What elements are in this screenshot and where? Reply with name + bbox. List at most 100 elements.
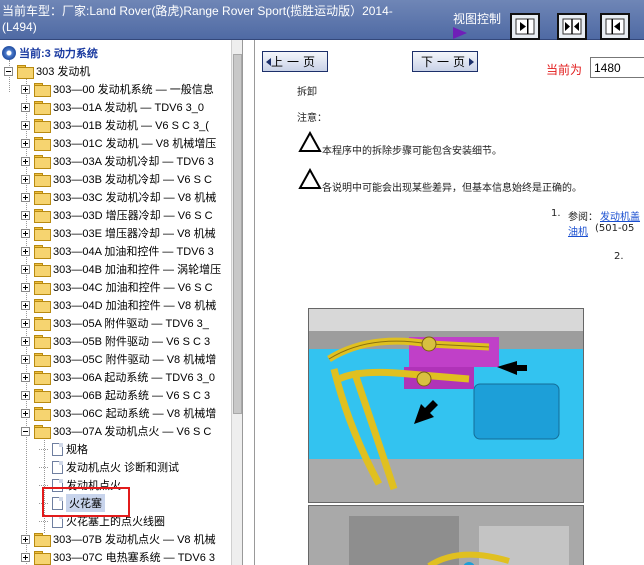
- current-page-input[interactable]: [590, 57, 644, 78]
- tree-folder-item[interactable]: 303—01C 发动机 — V8 机械增压: [21, 134, 216, 152]
- folder-icon: [34, 119, 51, 133]
- expand-icon[interactable]: [21, 390, 30, 400]
- expand-icon[interactable]: [21, 102, 30, 112]
- folder-icon: [34, 407, 51, 421]
- tree-item-label: 303—01C 发动机 — V8 机械增压: [53, 138, 217, 150]
- tree-item-label: 303—04B 加油和控件 — 涡轮增压: [53, 264, 222, 276]
- tree-scrollbar-thumb[interactable]: [233, 54, 242, 414]
- tree-folder-item[interactable]: 303—01B 发动机 — V6 S C 3_(: [21, 116, 209, 134]
- toc-tree-panel[interactable]: 当前:3 动力系统 303 发动机 303—00 发动机系统 — 一般信息 303—…: [0, 40, 243, 565]
- tree-folder-item[interactable]: 303—00 发动机系统 — 一般信息: [21, 80, 214, 98]
- tree-folder-item[interactable]: 303—03D 增压器冷却 — V6 S C: [21, 206, 213, 224]
- oil-link[interactable]: 油机: [568, 223, 588, 238]
- prev-arrow-icon: [266, 58, 271, 66]
- step-1-ref: (501-05: [595, 223, 635, 234]
- tree-folder-item[interactable]: 303—04C 加油和控件 — V6 S C: [21, 278, 213, 296]
- tree-folder-item[interactable]: 303—05B 附件驱动 — V6 S C 3: [21, 332, 210, 350]
- view-left-panel-button[interactable]: [600, 13, 630, 40]
- tree-item-label: 303—06A 起动系统 — TDV6 3_0: [53, 372, 216, 384]
- document-pane: 上一页 下一页 当前为 拆卸 注意： 本程序中的拆除步骤可能包含安装细节。 各说…: [254, 40, 644, 565]
- warning-triangle-icon: [298, 168, 322, 189]
- tree-item-label: 303—05C 附件驱动 — V8 机械增: [53, 354, 217, 366]
- right-panel-icon: [515, 18, 535, 35]
- engine-drawing: [309, 309, 583, 502]
- engine-illustration: [308, 308, 584, 503]
- tree-folder-item[interactable]: 303—05C 附件驱动 — V8 机械增: [21, 350, 216, 368]
- left-panel-icon: [605, 18, 625, 35]
- tree-folder-item[interactable]: 303—04D 加油和控件 — V8 机械: [21, 296, 216, 314]
- expand-icon[interactable]: [21, 408, 30, 418]
- tree-folder-item[interactable]: 303—01A 发动机 — TDV6 3_0: [21, 98, 204, 116]
- prev-page-button[interactable]: 上一页: [262, 51, 328, 72]
- engine-drawing-2: [309, 506, 583, 565]
- tree-item-label: 303—05A 附件驱动 — TDV6 3_: [53, 318, 209, 330]
- expand-icon[interactable]: [21, 84, 30, 94]
- tree-doc-item[interactable]: 发动机点火 诊断和测试: [39, 458, 179, 476]
- collapse-icon[interactable]: [4, 66, 13, 76]
- highlight-box: [42, 487, 130, 517]
- expand-icon[interactable]: [21, 300, 30, 310]
- expand-icon[interactable]: [21, 336, 30, 346]
- tree-item-label: 303—01B 发动机 — V6 S C 3_(: [53, 120, 209, 132]
- prev-page-label: 上一页: [270, 55, 319, 69]
- expand-icon[interactable]: [21, 534, 30, 544]
- tree-item-label: 303—07A 发动机点火 — V6 S C: [53, 426, 212, 438]
- tree-item-label: 303—03C 发动机冷却 — V8 机械: [53, 192, 217, 204]
- tree-folder-item[interactable]: 303—07C 电热塞系统 — TDV6 3: [21, 548, 215, 565]
- tree-folder-item[interactable]: 303—06C 起动系统 — V8 机械增: [21, 404, 216, 422]
- folder-icon: [34, 299, 51, 313]
- expand-icon[interactable]: [21, 210, 30, 220]
- tree-folder-item[interactable]: 303—07A 发动机点火 — V6 S C: [21, 422, 211, 440]
- next-page-button[interactable]: 下一页: [412, 51, 478, 72]
- tree-folder-item[interactable]: 303—05A 附件驱动 — TDV6 3_: [21, 314, 209, 332]
- collapse-icon[interactable]: [21, 426, 30, 436]
- expand-icon[interactable]: [21, 246, 30, 256]
- expand-icon[interactable]: [21, 120, 30, 130]
- tree-item-label: 303—06B 起动系统 — V6 S C 3: [53, 390, 211, 402]
- tree-folder-item[interactable]: 303—03E 增压器冷却 — V8 机械: [21, 224, 216, 242]
- tree-doc-item[interactable]: 规格: [39, 440, 88, 458]
- document-icon: [52, 460, 63, 474]
- expand-icon[interactable]: [21, 552, 30, 562]
- tree-folder-item[interactable]: 303—06B 起动系统 — V6 S C 3: [21, 386, 210, 404]
- tree-folder-item[interactable]: 303 发动机: [4, 62, 90, 80]
- expand-icon[interactable]: [21, 372, 30, 382]
- expand-icon[interactable]: [21, 156, 30, 166]
- tree-folder-item[interactable]: 303—03C 发动机冷却 — V8 机械: [21, 188, 216, 206]
- expand-icon[interactable]: [21, 138, 30, 148]
- tree-folder-item[interactable]: 303—07B 发动机点火 — V8 机械: [21, 530, 216, 548]
- tree-folder-item[interactable]: 303—04B 加油和控件 — 涡轮增压: [21, 260, 221, 278]
- expand-icon[interactable]: [21, 174, 30, 184]
- expand-icon[interactable]: [21, 264, 30, 274]
- app-header: 当前车型：厂家:Land Rover(路虎)Range Rover Sport(…: [0, 0, 644, 40]
- folder-icon: [34, 317, 51, 331]
- engine-cover-link[interactable]: 发动机盖: [600, 208, 640, 223]
- tree-folder-item[interactable]: 303—04A 加油和控件 — TDV6 3: [21, 242, 214, 260]
- tree-root-label: 当前:3 动力系统: [19, 48, 98, 60]
- folder-icon: [34, 173, 51, 187]
- tree-root[interactable]: 当前:3 动力系统: [2, 44, 98, 62]
- tree-item-label: 303—04D 加油和控件 — V8 机械: [53, 300, 217, 312]
- tree-item-label: 303—03D 增压器冷却 — V6 S C: [53, 210, 213, 222]
- expand-icon[interactable]: [21, 192, 30, 202]
- document-content: 拆卸 注意： 本程序中的拆除步骤可能包含安装细节。 各说明中可能会出现某些差异，…: [255, 80, 644, 565]
- next-page-label: 下一页: [420, 55, 469, 69]
- tree-scrollbar[interactable]: [231, 40, 242, 565]
- expand-icon[interactable]: [21, 354, 30, 364]
- folder-icon: [34, 425, 51, 439]
- folder-icon: [34, 137, 51, 151]
- folder-icon: [34, 335, 51, 349]
- expand-icon[interactable]: [21, 228, 30, 238]
- tree-connector: [39, 466, 48, 468]
- view-split-button[interactable]: [557, 13, 587, 40]
- tree-folder-item[interactable]: 303—06A 起动系统 — TDV6 3_0: [21, 368, 215, 386]
- tree-folder-item[interactable]: 303—03A 发动机冷却 — TDV6 3: [21, 152, 214, 170]
- page-navbar: 上一页 下一页 当前为: [255, 40, 644, 80]
- view-right-panel-button[interactable]: [510, 13, 540, 40]
- folder-icon: [34, 281, 51, 295]
- expand-icon[interactable]: [21, 282, 30, 292]
- tree-folder-item[interactable]: 303—03B 发动机冷却 — V6 S C: [21, 170, 212, 188]
- expand-icon[interactable]: [21, 318, 30, 328]
- tree-connector: [39, 520, 48, 522]
- folder-icon: [34, 155, 51, 169]
